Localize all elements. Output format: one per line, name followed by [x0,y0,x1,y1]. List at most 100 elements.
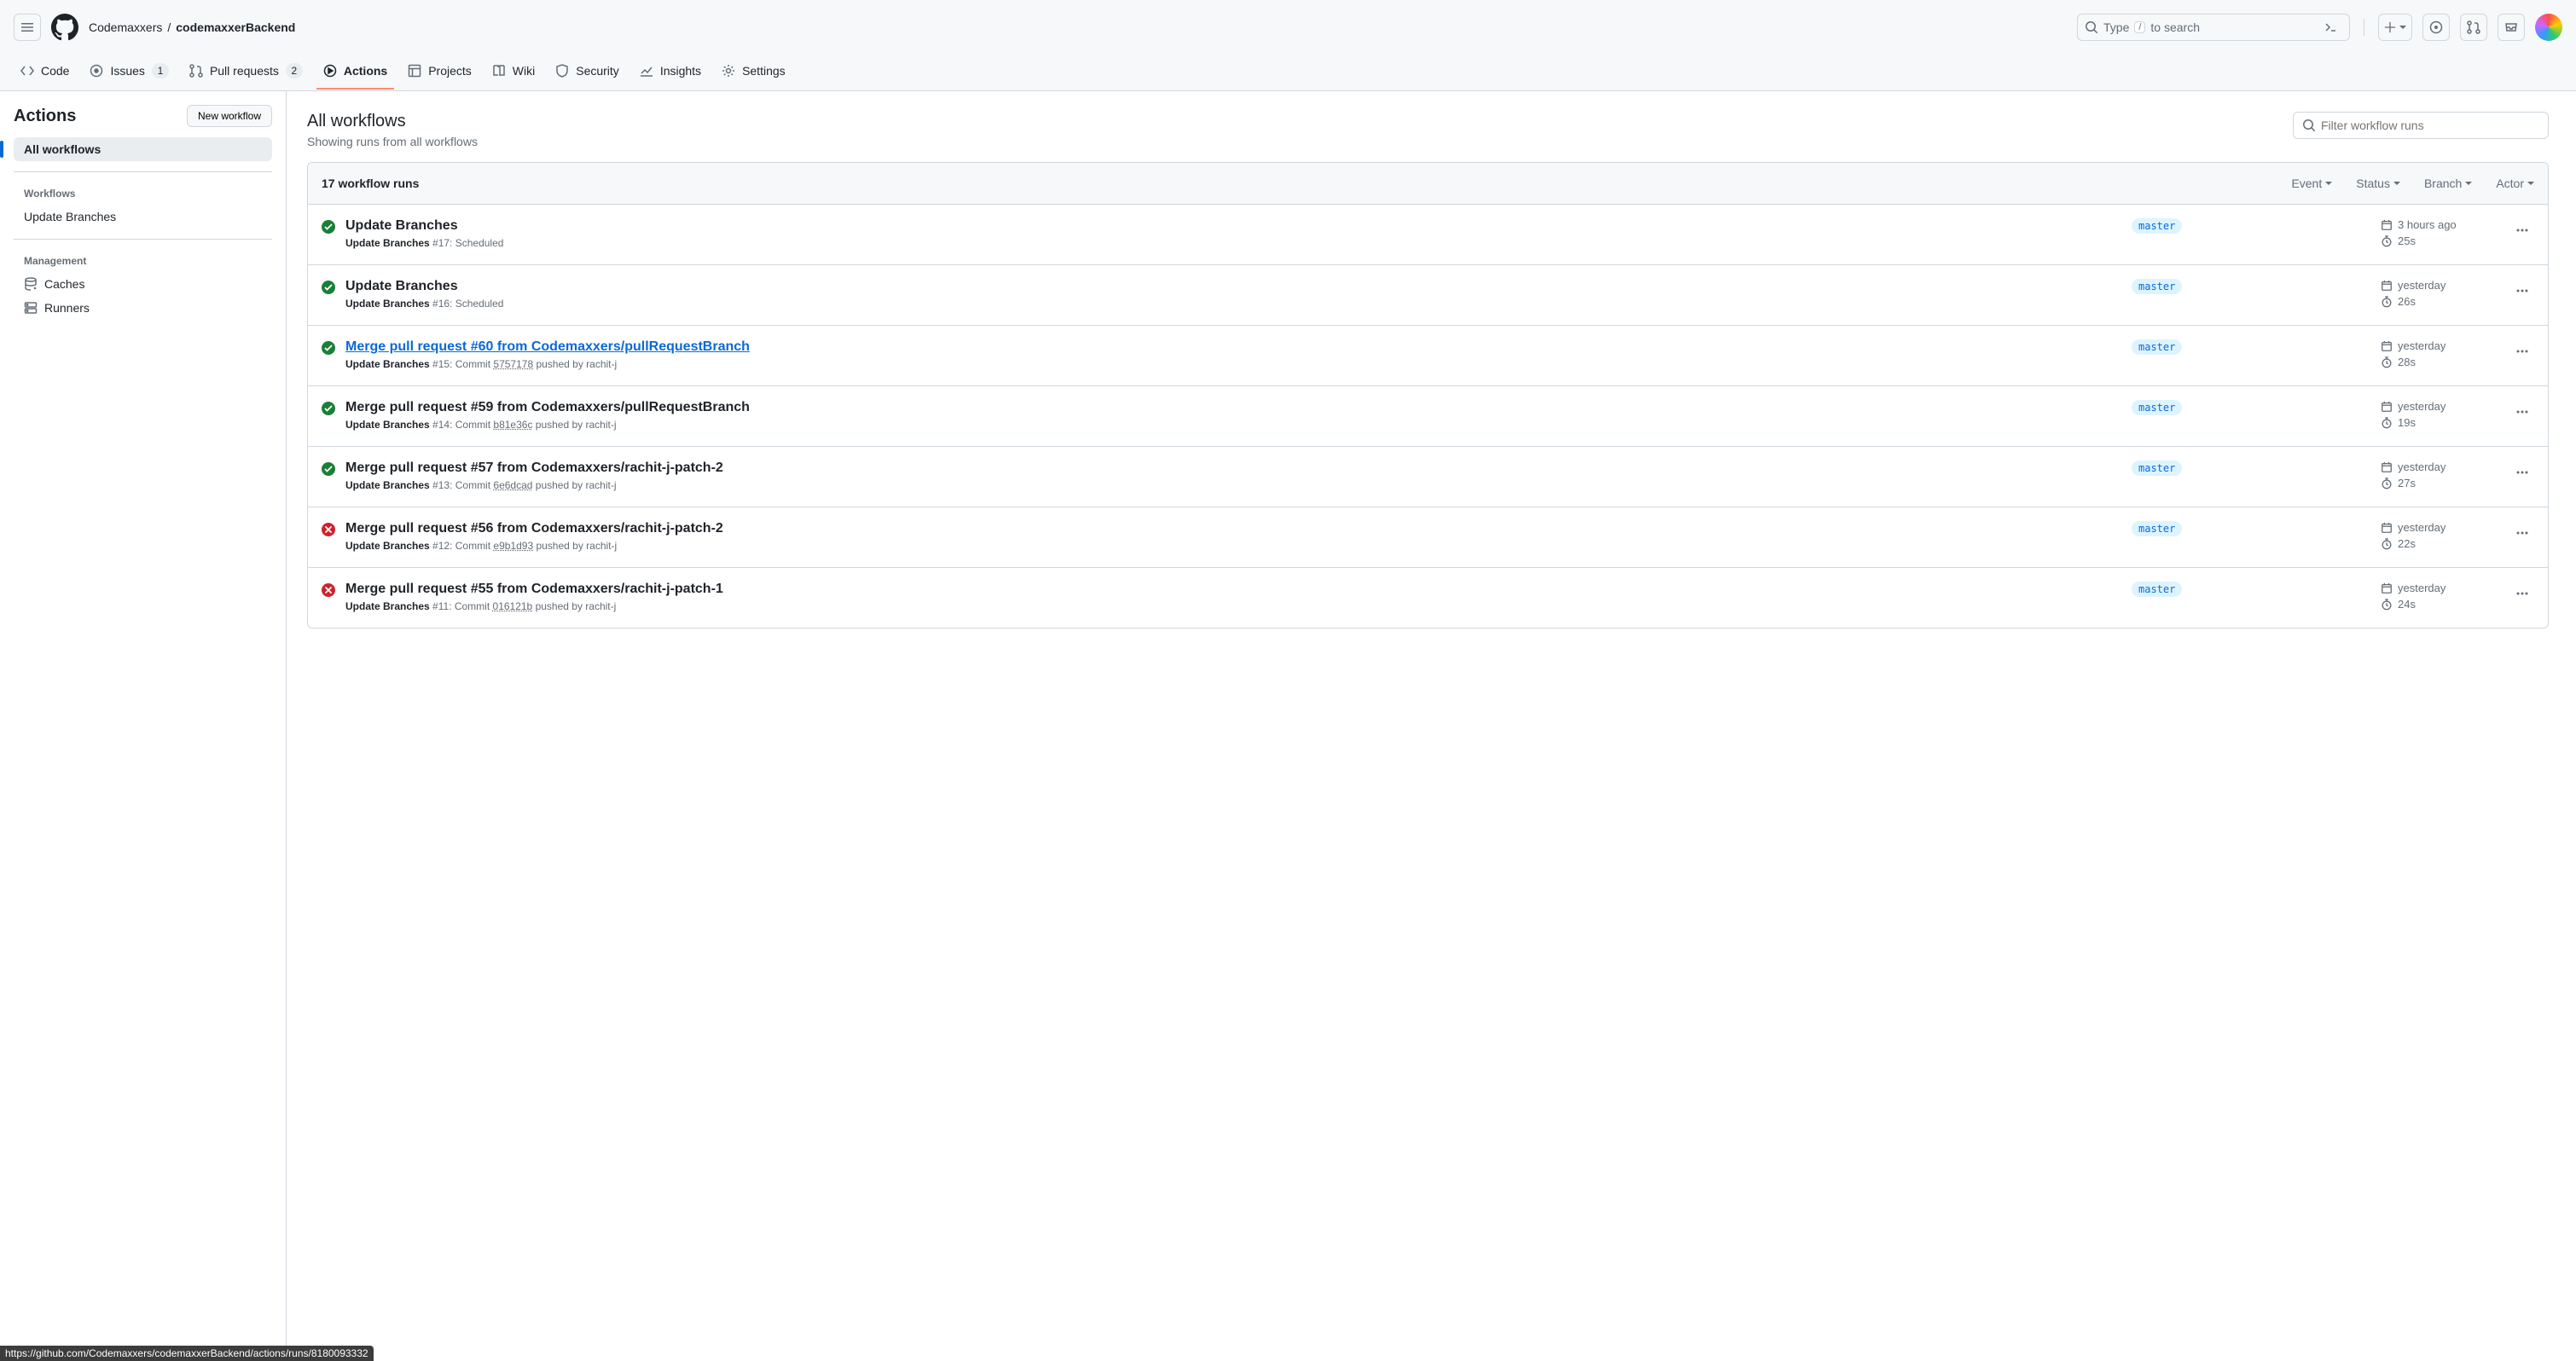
slash-key-hint: / [2134,21,2145,33]
branch-badge[interactable]: master [2132,460,2182,476]
new-workflow-button[interactable]: New workflow [187,105,272,127]
commit-link[interactable]: 5757178 [493,358,533,370]
kebab-icon [2515,284,2529,298]
run-menu-button[interactable] [2510,400,2534,424]
run-workflow-name[interactable]: Update Branches [345,358,430,370]
run-title-link[interactable]: Merge pull request #55 from Codemaxxers/… [345,582,2121,597]
sidebar-title: Actions [14,107,76,126]
run-workflow-name[interactable]: Update Branches [345,298,430,310]
run-menu-button[interactable] [2510,521,2534,545]
run-menu-button[interactable] [2510,460,2534,484]
sidebar-item-caches[interactable]: Caches [14,272,272,296]
commit-link[interactable]: 6e6dcad [493,479,532,491]
check-circle-icon [322,402,335,415]
run-workflow-name[interactable]: Update Branches [345,419,430,431]
create-new-button[interactable] [2378,14,2412,41]
git-pr-icon [2467,20,2480,34]
menu-button[interactable] [14,14,41,41]
tab-issues[interactable]: Issues 1 [83,55,175,90]
run-meta: Update Branches #16: Scheduled [345,298,2121,310]
branch-badge[interactable]: master [2132,218,2182,234]
check-circle-icon [322,220,335,234]
org-link[interactable]: Codemaxxers [89,20,162,34]
commit-link[interactable]: 016121b [493,600,533,612]
stopwatch-icon [2381,538,2393,550]
filter-status[interactable]: Status [2356,177,2400,190]
commit-link[interactable]: e9b1d93 [493,540,533,552]
filter-input-field[interactable] [2321,119,2539,132]
run-menu-button[interactable] [2510,339,2534,363]
run-title-link[interactable]: Update Branches [345,279,2121,294]
run-title-link[interactable]: Merge pull request #56 from Codemaxxers/… [345,521,2121,536]
branch-badge[interactable]: master [2132,279,2182,294]
x-circle-icon [322,583,335,597]
stopwatch-icon [2381,599,2393,611]
user-avatar[interactable] [2535,14,2562,41]
tab-wiki[interactable]: Wiki [485,55,542,90]
run-title-link[interactable]: Merge pull request #60 from Codemaxxers/… [345,339,2121,355]
run-workflow-name[interactable]: Update Branches [345,600,430,612]
tab-code[interactable]: Code [14,55,76,90]
workflow-run-row: Merge pull request #57 from Codemaxxers/… [308,447,2548,507]
filter-input[interactable] [2293,112,2549,139]
calendar-icon [2381,582,2393,594]
branch-badge[interactable]: master [2132,339,2182,355]
global-header: Codemaxxers / codemaxxerBackend Type / t… [0,0,2576,55]
caret-down-icon [2527,180,2534,187]
page-title: All workflows [307,112,478,131]
stopwatch-icon [2381,356,2393,368]
run-meta: Update Branches #14: Commit b81e36c push… [345,419,2121,431]
run-workflow-name[interactable]: Update Branches [345,479,430,491]
run-meta: Update Branches #17: Scheduled [345,237,2121,249]
stopwatch-icon [2381,417,2393,429]
sidebar-item-workflow[interactable]: Update Branches [14,205,272,229]
stopwatch-icon [2381,296,2393,308]
tab-pulls[interactable]: Pull requests 2 [183,55,310,90]
commit-link[interactable]: b81e36c [493,419,532,431]
sidebar-item-runners[interactable]: Runners [14,296,272,320]
kebab-icon [2515,345,2529,358]
workflow-run-row: Merge pull request #56 from Codemaxxers/… [308,507,2548,568]
run-workflow-name[interactable]: Update Branches [345,540,430,552]
filter-branch[interactable]: Branch [2424,177,2472,190]
issues-button[interactable] [2422,14,2450,41]
run-title-link[interactable]: Merge pull request #59 from Codemaxxers/… [345,400,2121,415]
sidebar-item-all[interactable]: All workflows [14,137,272,161]
sidebar-heading-workflows: Workflows [14,182,272,205]
git-pr-icon [189,64,203,78]
filter-event[interactable]: Event [2291,177,2332,190]
branch-badge[interactable]: master [2132,521,2182,536]
run-menu-button[interactable] [2510,279,2534,303]
plus-icon [2384,21,2396,33]
run-timing: yesterday22s [2381,521,2500,553]
run-title-link[interactable]: Update Branches [345,218,2121,234]
workflow-run-row: Merge pull request #55 from Codemaxxers/… [308,568,2548,628]
calendar-icon [2381,461,2393,473]
github-logo[interactable] [51,14,78,41]
run-menu-button[interactable] [2510,582,2534,605]
run-meta: Update Branches #13: Commit 6e6dcad push… [345,479,2121,491]
tab-actions[interactable]: Actions [316,55,394,90]
search-box[interactable]: Type / to search [2077,14,2350,41]
gear-icon [722,64,735,78]
tab-projects[interactable]: Projects [401,55,479,90]
run-meta: Update Branches #11: Commit 016121b push… [345,600,2121,612]
branch-badge[interactable]: master [2132,582,2182,597]
run-timing: yesterday24s [2381,582,2500,614]
pull-requests-button[interactable] [2460,14,2487,41]
run-title-link[interactable]: Merge pull request #57 from Codemaxxers/… [345,460,2121,476]
run-workflow-name[interactable]: Update Branches [345,237,430,249]
filter-actor[interactable]: Actor [2496,177,2534,190]
tab-settings[interactable]: Settings [715,55,792,90]
tab-insights[interactable]: Insights [633,55,708,90]
caret-down-icon [2399,24,2406,31]
run-menu-button[interactable] [2510,218,2534,242]
branch-badge[interactable]: master [2132,400,2182,415]
tab-security[interactable]: Security [548,55,626,90]
kebab-icon [2515,223,2529,237]
repo-link[interactable]: codemaxxerBackend [176,20,295,34]
notifications-button[interactable] [2498,14,2525,41]
workflow-run-row: Update BranchesUpdate Branches #17: Sche… [308,205,2548,265]
run-timing: 3 hours ago25s [2381,218,2500,251]
sidebar-heading-management: Management [14,250,272,272]
